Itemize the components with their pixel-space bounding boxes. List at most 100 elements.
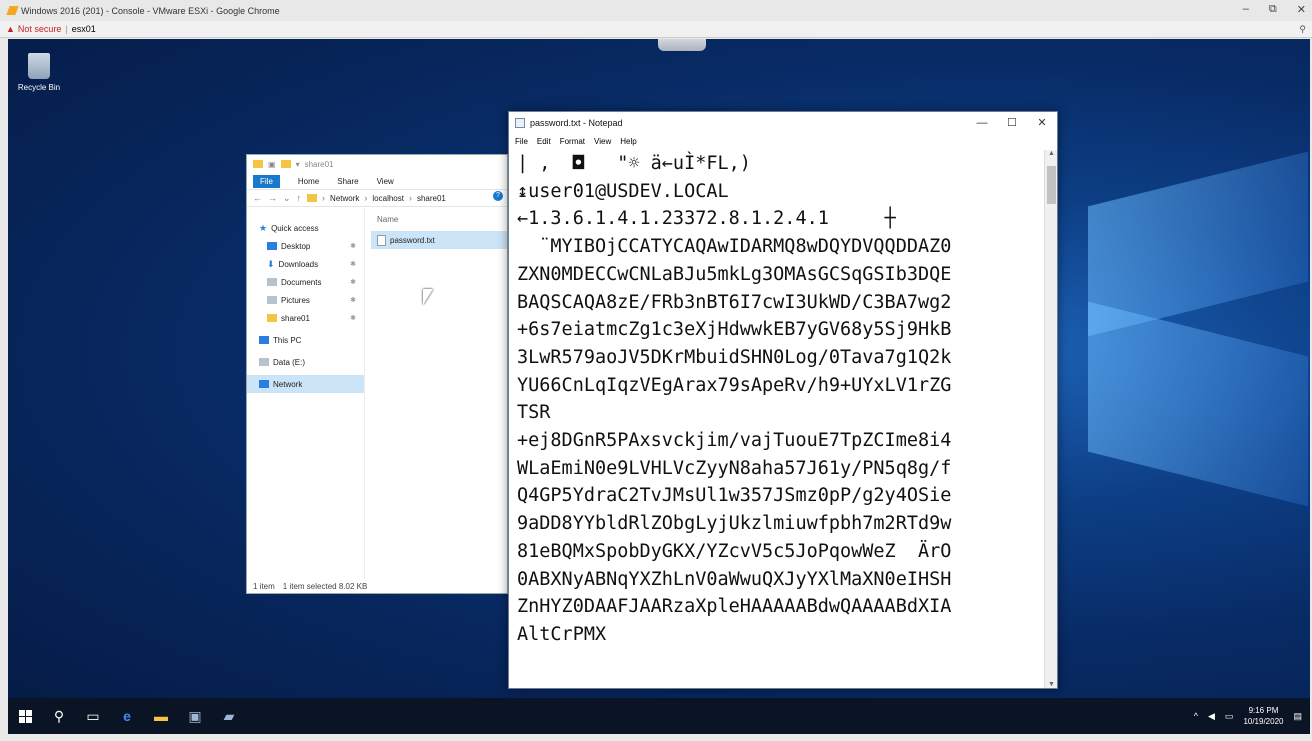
breadcrumb-separator-icon: › [322,193,326,203]
sidebar-item-downloads[interactable]: ⬇ Downloads ✱ [247,255,364,273]
sidebar-item-label: Downloads [278,259,319,269]
notepad-title: password.txt - Notepad [530,118,623,128]
new-folder-icon[interactable] [280,160,291,168]
browser-close-button[interactable]: ✕ [1297,3,1306,16]
pc-icon [259,336,269,344]
task-view-icon[interactable]: ▭ [76,698,110,734]
vm-console-pull-tab[interactable] [658,39,706,51]
notepad-close-button[interactable]: ✕ [1027,112,1057,134]
qat-dropdown-icon[interactable]: ▾ [296,160,300,169]
status-item-count: 1 item [253,581,275,591]
edge-icon[interactable]: e [110,698,144,734]
notepad-text-line: +ej8DGnR5PAxsvckjim/vajTuouE7TpZCIme8i4 [517,430,952,452]
explorer-window-title: share01 [304,159,334,169]
menu-file[interactable]: File [515,137,528,146]
network-icon [259,380,269,388]
breadcrumb-network[interactable]: Network [330,194,359,203]
sidebar-item-network[interactable]: Network [247,375,364,393]
pin-icon: ✱ [350,297,356,304]
column-header-name[interactable]: Name [377,215,398,224]
sidebar-item-label: Documents [281,277,322,287]
sidebar-item-documents[interactable]: Documents ✱ [247,273,364,291]
notepad-icon[interactable]: ▰ [212,698,246,734]
sidebar-item-this-pc[interactable]: This PC [247,331,364,349]
vm-console-desktop[interactable]: Recycle Bin ▣ ▾ share01 File Home Share … [8,39,1310,734]
sidebar-item-label: share01 [281,313,310,323]
scroll-up-icon[interactable]: ▲ [1045,150,1058,157]
sidebar-item-share01[interactable]: share01 ✱ [247,309,364,327]
scroll-down-icon[interactable]: ▼ [1045,681,1058,688]
browser-window-controls: – ⧉ ✕ [1243,3,1306,16]
menu-help[interactable]: Help [620,137,636,146]
scrollbar-thumb[interactable] [1047,166,1056,204]
browser-minimize-button[interactable]: – [1243,3,1249,16]
address-host[interactable]: esx01 [72,24,96,34]
sidebar-item-pictures[interactable]: Pictures ✱ [247,291,364,309]
sidebar-item-data-drive[interactable]: Data (E:) [247,353,364,371]
security-label[interactable]: Not secure [18,24,62,34]
explorer-title-bar: ▣ ▾ share01 [247,155,507,173]
folder-icon [253,160,263,168]
explorer-ribbon: File Home Share View [247,173,507,189]
ribbon-tab-home[interactable]: Home [298,177,319,186]
explorer-nav-bar: ← → ⌄ ↑ › Network › localhost › share01 [247,189,507,207]
recycle-bin-shortcut[interactable]: Recycle Bin [14,53,64,92]
sidebar-item-desktop[interactable]: Desktop ✱ [247,237,364,255]
help-icon[interactable]: ? [493,191,503,201]
ribbon-tab-view[interactable]: View [377,177,394,186]
notepad-menu-bar: File Edit Format View Help [509,134,1057,148]
menu-edit[interactable]: Edit [537,137,551,146]
recent-dropdown-icon[interactable]: ⌄ [283,193,291,204]
network-tray-icon[interactable]: ▭ [1225,711,1234,722]
zoom-icon[interactable]: ⚲ [1299,24,1306,35]
forward-arrow-icon[interactable]: → [268,193,277,203]
menu-format[interactable]: Format [560,137,585,146]
browser-restore-button[interactable]: ⧉ [1269,3,1277,16]
sidebar-item-label: Desktop [281,241,311,251]
list-item[interactable]: password.txt [371,231,507,249]
tray-chevron-icon[interactable]: ^ [1194,711,1198,721]
ribbon-tab-share[interactable]: Share [337,177,358,186]
notepad-text-line: +6s7eiatmcZg1c3eXjHdwwkEB7yGV68y5Sj9HkB [517,319,952,341]
breadcrumb[interactable]: › Network › localhost › share01 [307,193,446,203]
notepad-text-area[interactable]: | , ◘ "☼ ä←uÌ*FL,) ↨user01@USDEV.LOCAL ←1.… [517,150,1039,684]
file-name: password.txt [390,235,435,245]
explorer-body: ★ Quick access Desktop ✱ ⬇ Downloads ✱ Docum… [247,209,507,579]
vmware-favicon-icon [6,6,19,15]
clock[interactable]: 9:16 PM 10/19/2020 [1243,705,1283,727]
pin-icon: ✱ [350,261,356,268]
notepad-text-line: BAQSCAQA8zE/FRb3nBT6I7cwI3UkWD/C3BA7wg2 [517,291,952,313]
ribbon-tab-file[interactable]: File [253,174,280,188]
notepad-text-line: WLaEmiN0e9LVHLVcZyyN8aha57J61y/PN5q8g/f [517,457,952,479]
breadcrumb-separator-icon: › [364,193,368,203]
explorer-status-bar: 1 item 1 item selected 8.02 KB [247,579,507,593]
browser-window-title: Windows 2016 (201) - Console - VMware ES… [21,5,280,16]
server-manager-icon[interactable]: ▣ [178,698,212,734]
status-selection: 1 item selected 8.02 KB [282,581,368,591]
browser-address-bar[interactable]: ▲ Not secure | esx01 ⚲ [0,21,1312,38]
volume-icon[interactable]: ◀ [1208,711,1215,722]
breadcrumb-localhost[interactable]: localhost [372,194,404,203]
windows-start-icon[interactable] [8,698,42,734]
navigation-pane: ★ Quick access Desktop ✱ ⬇ Downloads ✱ Docum… [247,209,365,579]
notepad-minimize-button[interactable]: — [967,112,997,134]
file-explorer-window[interactable]: ▣ ▾ share01 File Home Share View ? ← → ⌄… [246,154,508,594]
sidebar-item-label: Data (E:) [273,357,306,367]
file-explorer-icon[interactable]: ▬ [144,698,178,734]
vertical-scrollbar[interactable]: ▲ ▼ [1044,150,1057,688]
clock-date: 10/19/2020 [1243,717,1284,726]
menu-view[interactable]: View [594,137,611,146]
search-icon[interactable]: ⚲ [42,698,76,734]
documents-icon [267,278,277,286]
breadcrumb-share01[interactable]: share01 [417,194,446,203]
sidebar-item-quick-access[interactable]: ★ Quick access [247,219,364,237]
notifications-icon[interactable]: ▤ [1293,711,1302,722]
notepad-icon [515,118,525,128]
back-arrow-icon[interactable]: ← [253,193,262,203]
properties-icon[interactable]: ▣ [268,160,276,169]
notepad-text-line: | , ◘ "☼ ä←uÌ*FL,) [517,153,751,174]
up-arrow-icon[interactable]: ↑ [297,193,302,203]
star-icon: ★ [259,222,268,233]
notepad-maximize-button[interactable]: ☐ [997,112,1027,134]
notepad-window[interactable]: password.txt - Notepad — ☐ ✕ File Edit F… [508,111,1058,689]
